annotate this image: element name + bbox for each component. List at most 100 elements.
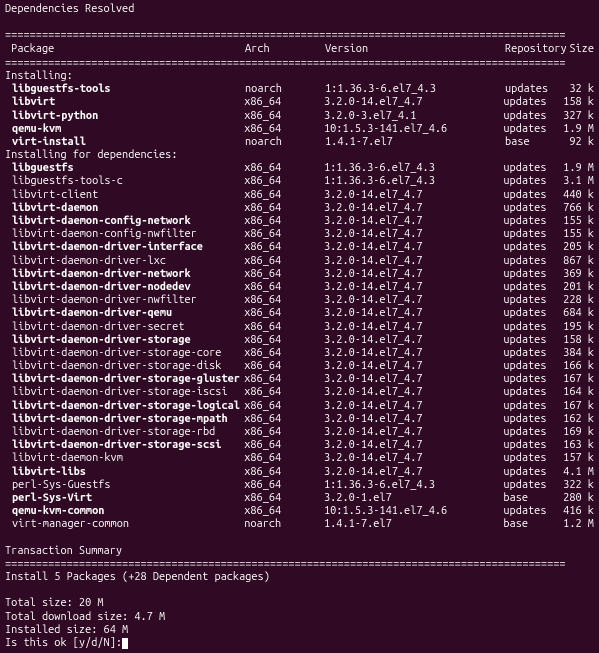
- pkg-name: libvirt-daemon-driver-nodedev: [5, 281, 244, 294]
- pkg-arch: x86_64: [244, 255, 324, 268]
- pkg-size: 164 k: [563, 386, 594, 399]
- deps-section-label: Installing for dependencies:: [5, 149, 594, 162]
- pkg-arch: x86_64: [244, 505, 324, 518]
- pkg-name: libvirt-daemon-driver-storage-disk: [5, 360, 244, 373]
- package-row: perl-Sys-Guestfsx86_641:1.36.3-6.el7_4.3…: [5, 479, 594, 492]
- pkg-arch: x86_64: [244, 439, 324, 452]
- pkg-name: libvirt-daemon-driver-storage-gluster: [5, 373, 244, 386]
- pkg-repo: updates: [503, 505, 563, 518]
- pkg-size: 157 k: [563, 452, 594, 465]
- pkg-size: 766 k: [563, 202, 594, 215]
- package-row: libvirt-daemon-driver-storage-scsix86_64…: [5, 439, 594, 452]
- package-row: libvirt-daemon-driver-storagex86_643.2.0…: [5, 334, 594, 347]
- package-row: libguestfs-toolsnoarch1:1.36.3-6.el7_4.3…: [5, 83, 594, 96]
- pkg-version: 3.2.0-3.el7_4.1: [324, 110, 503, 123]
- pkg-name: libvirt-daemon-driver-storage-mpath: [5, 413, 244, 426]
- confirm-prompt[interactable]: Is this ok [y/d/N]:: [5, 637, 122, 650]
- pkg-size: 280 k: [563, 492, 594, 505]
- pkg-repo: updates: [503, 96, 563, 109]
- pkg-version: 1:1.36.3-6.el7_4.3: [325, 83, 505, 96]
- pkg-size: 155 k: [563, 228, 594, 241]
- pkg-size: 167 k: [563, 373, 594, 386]
- pkg-name: qemu-kvm: [5, 123, 244, 136]
- package-row: qemu-kvm-commonx86_6410:1.5.3-141.el7_4.…: [5, 505, 594, 518]
- package-row: virt-manager-commonnoarch1.4.1-7.el7base…: [5, 518, 594, 531]
- dependencies-header: Dependencies Resolved: [5, 3, 594, 16]
- package-row: libvirt-daemon-driver-storage-iscsix86_6…: [5, 386, 594, 399]
- package-row: libvirt-daemon-driver-storage-glusterx86…: [5, 373, 594, 386]
- pkg-size: 322 k: [563, 479, 594, 492]
- pkg-repo: updates: [503, 321, 563, 334]
- pkg-repo: updates: [503, 281, 563, 294]
- pkg-arch: x86_64: [244, 215, 324, 228]
- pkg-size: 684 k: [563, 307, 594, 320]
- pkg-size: 1.9 M: [563, 123, 594, 136]
- pkg-size: 92 k: [565, 136, 594, 149]
- pkg-arch: noarch: [245, 136, 325, 149]
- pkg-size: 162 k: [563, 413, 594, 426]
- package-row: libvirt-daemon-driver-storage-mpathx86_6…: [5, 413, 594, 426]
- package-row: libvirt-daemon-driver-lxcx86_643.2.0-14.…: [5, 255, 594, 268]
- pkg-size: 3.1 M: [563, 175, 594, 188]
- pkg-repo: updates: [503, 426, 563, 439]
- pkg-size: 201 k: [563, 281, 594, 294]
- pkg-version: 3.2.0-14.el7_4.7: [324, 294, 503, 307]
- package-row: libvirt-clientx86_643.2.0-14.el7_4.7upda…: [5, 189, 594, 202]
- pkg-size: 158 k: [563, 96, 594, 109]
- pkg-version: 3.2.0-14.el7_4.7: [324, 334, 503, 347]
- pkg-arch: x86_64: [244, 281, 324, 294]
- pkg-arch: noarch: [244, 518, 324, 531]
- pkg-name: libvirt-daemon-driver-storage-core: [5, 347, 244, 360]
- pkg-repo: updates: [503, 347, 563, 360]
- pkg-size: 163 k: [563, 439, 594, 452]
- pkg-arch: x86_64: [244, 96, 324, 109]
- pkg-repo: updates: [503, 241, 563, 254]
- pkg-repo: updates: [503, 439, 563, 452]
- pkg-name: qemu-kvm-common: [5, 505, 244, 518]
- pkg-name: libvirt-daemon-driver-storage-rbd: [5, 426, 244, 439]
- pkg-repo: updates: [503, 162, 563, 175]
- pkg-version: 3.2.0-14.el7_4.7: [324, 439, 503, 452]
- pkg-name: perl-Sys-Guestfs: [5, 479, 244, 492]
- pkg-name: libvirt-daemon: [5, 202, 244, 215]
- pkg-repo: updates: [503, 466, 563, 479]
- package-row: virt-installnoarch1.4.1-7.el7base92 k: [5, 136, 594, 149]
- pkg-size: 205 k: [563, 241, 594, 254]
- pkg-arch: x86_64: [244, 228, 324, 241]
- pkg-version: 3.2.0-1.el7: [324, 492, 503, 505]
- pkg-arch: x86_64: [244, 175, 324, 188]
- pkg-repo: updates: [505, 83, 565, 96]
- pkg-arch: x86_64: [244, 386, 324, 399]
- pkg-version: 3.2.0-14.el7_4.7: [324, 321, 503, 334]
- pkg-size: 416 k: [563, 505, 594, 518]
- pkg-arch: x86_64: [244, 400, 324, 413]
- pkg-version: 3.2.0-14.el7_4.7: [324, 215, 503, 228]
- pkg-size: 4.1 M: [563, 466, 594, 479]
- pkg-size: 195 k: [563, 321, 594, 334]
- package-row: perl-Sys-Virtx86_643.2.0-1.el7base280 k: [5, 492, 594, 505]
- pkg-name: libvirt-python: [5, 110, 244, 123]
- pkg-version: 3.2.0-14.el7_4.7: [324, 228, 503, 241]
- pkg-repo: updates: [503, 110, 563, 123]
- pkg-repo: base: [503, 518, 563, 531]
- pkg-name: libvirt-daemon-driver-storage-iscsi: [5, 386, 244, 399]
- pkg-name: libvirt-daemon-driver-storage-scsi: [5, 439, 244, 452]
- pkg-name: perl-Sys-Virt: [5, 492, 244, 505]
- pkg-repo: updates: [503, 294, 563, 307]
- pkg-arch: noarch: [245, 83, 325, 96]
- package-row: libvirt-daemon-driver-storage-corex86_64…: [5, 347, 594, 360]
- pkg-arch: x86_64: [244, 479, 324, 492]
- pkg-version: 3.2.0-14.el7_4.7: [324, 189, 503, 202]
- pkg-arch: x86_64: [244, 241, 324, 254]
- pkg-version: 10:1.5.3-141.el7_4.6: [324, 505, 503, 518]
- pkg-arch: x86_64: [244, 413, 324, 426]
- pkg-version: 3.2.0-14.el7_4.7: [324, 360, 503, 373]
- pkg-repo: updates: [503, 307, 563, 320]
- package-row: libguestfs-tools-cx86_641:1.36.3-6.el7_4…: [5, 175, 594, 188]
- pkg-version: 1.4.1-7.el7: [324, 518, 503, 531]
- pkg-version: 3.2.0-14.el7_4.7: [324, 202, 503, 215]
- pkg-repo: updates: [503, 452, 563, 465]
- pkg-arch: x86_64: [244, 123, 324, 136]
- package-row: libvirt-daemon-driver-nodedevx86_643.2.0…: [5, 281, 594, 294]
- pkg-arch: x86_64: [244, 189, 324, 202]
